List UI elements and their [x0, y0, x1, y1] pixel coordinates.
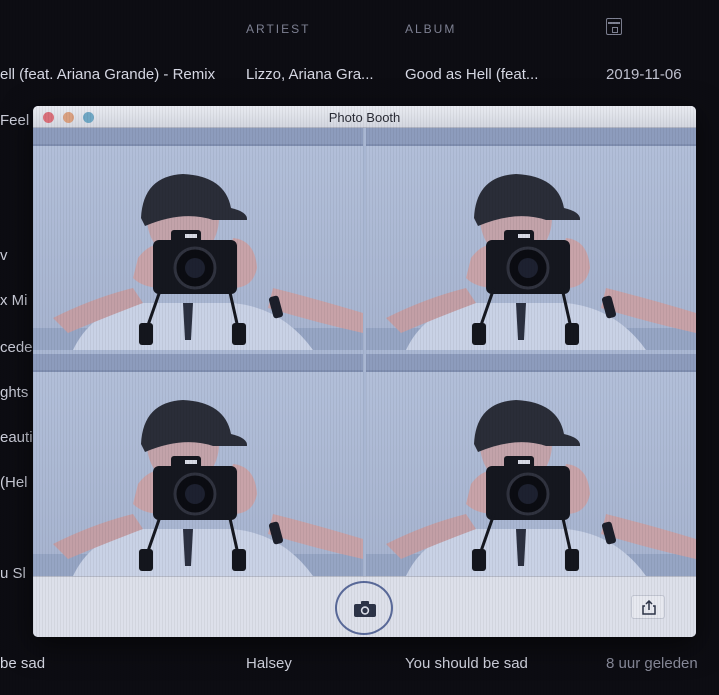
track-title-fragment: eauti: [0, 429, 33, 446]
window-title: Photo Booth: [328, 110, 401, 125]
column-header-album[interactable]: ALBUM: [405, 22, 456, 36]
calendar-icon[interactable]: [606, 18, 622, 35]
photo-preview-tile: [366, 354, 696, 576]
track-date-added: 8 uur geleden: [606, 655, 698, 672]
track-row[interactable]: ell (feat. Ariana Grande) - Remix Lizzo,…: [0, 66, 719, 90]
photo-booth-window: Photo Booth: [33, 106, 696, 637]
track-title-fragment: u Sl: [0, 565, 26, 582]
share-button[interactable]: [631, 595, 665, 619]
track-artist[interactable]: Halsey: [246, 655, 292, 672]
take-photo-button[interactable]: [335, 581, 393, 635]
photo-preview-tile: [33, 128, 363, 350]
camera-icon: [354, 601, 376, 617]
track-row[interactable]: be sad Halsey You should be sad 8 uur ge…: [0, 655, 719, 679]
track-title: be sad: [0, 655, 46, 672]
track-title-fragment: x Mi: [0, 292, 28, 309]
photo-preview-tile: [33, 354, 363, 576]
track-title-fragment: (Hel: [0, 474, 28, 491]
track-title-fragment: ghts: [0, 384, 29, 401]
track-album[interactable]: Good as Hell (feat...: [405, 66, 538, 83]
track-artist[interactable]: Lizzo, Ariana Gra...: [246, 66, 374, 83]
window-titlebar[interactable]: Photo Booth: [33, 106, 696, 128]
photo-preview-tile: [366, 128, 696, 350]
track-title-fragment: v: [0, 247, 8, 264]
track-title-fragment: cede: [0, 339, 33, 356]
photo-preview-grid: [33, 128, 696, 576]
track-album[interactable]: You should be sad: [405, 655, 528, 672]
photo-booth-toolbar: [33, 576, 696, 637]
column-header-artist[interactable]: ARTIEST: [246, 22, 310, 36]
track-title: ell (feat. Ariana Grande) - Remix: [0, 66, 216, 83]
track-date-added: 2019-11-06: [606, 66, 682, 83]
share-icon: [642, 600, 656, 615]
